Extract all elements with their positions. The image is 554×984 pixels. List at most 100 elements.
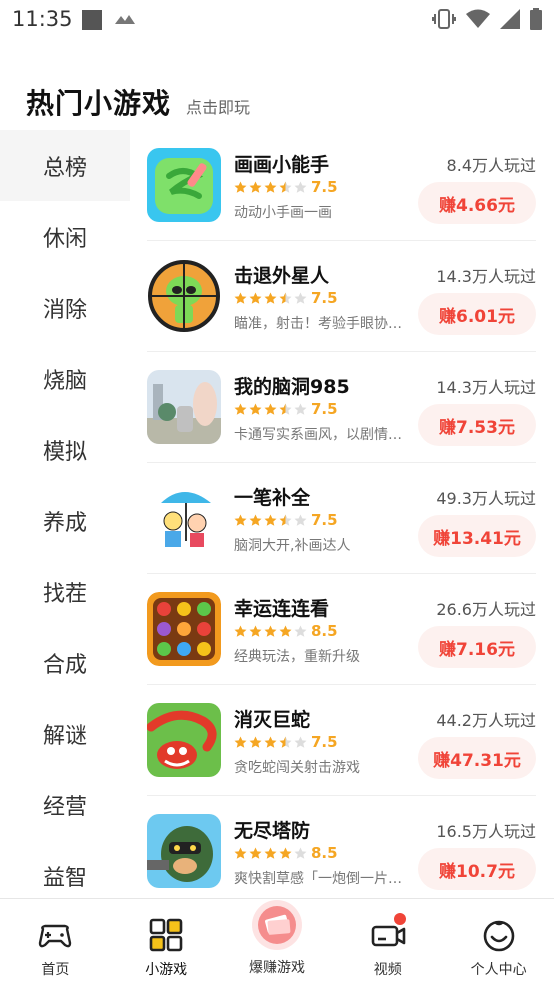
nav-video[interactable]: 视频	[332, 899, 443, 984]
earn-button[interactable]: 赚4.66元	[418, 182, 536, 224]
nav-label: 小游戏	[145, 962, 188, 978]
earn-button[interactable]: 赚47.31元	[418, 737, 536, 779]
game-name: 我的脑洞985	[234, 376, 350, 398]
game-thumbnail[interactable]	[147, 592, 221, 666]
star-icon	[294, 625, 307, 637]
game-item[interactable]: 消灭巨蛇 7.5 贪吃蛇闯关射击游戏 44.2万人玩过 赚47.31元	[147, 685, 536, 796]
play-count: 16.5万人玩过	[436, 822, 536, 841]
battery-icon	[530, 8, 542, 30]
play-count: 8.4万人玩过	[446, 156, 536, 175]
game-thumbnail[interactable]	[147, 148, 221, 222]
category-item-management[interactable]: 经营	[0, 769, 130, 840]
nav-home[interactable]: 首页	[0, 899, 111, 984]
game-description: 动动小手画一画	[234, 205, 332, 221]
game-list: 画画小能手 7.5 动动小手画一画 8.4万人玩过 赚4.66元 击退外星人 7…	[130, 130, 554, 898]
earn-button[interactable]: 赚7.53元	[418, 404, 536, 446]
game-description: 瞄准，射击！考验手眼协…	[234, 316, 402, 332]
star-icon	[264, 514, 277, 526]
category-item-spot-difference[interactable]: 找茬	[0, 556, 130, 627]
category-sidebar: 总榜 休闲 消除 烧脑 模拟 养成 找茬 合成 解谜 经营 益智	[0, 130, 130, 898]
star-rating: 7.5	[234, 400, 338, 418]
game-name: 消灭巨蛇	[234, 709, 311, 731]
category-item-intellect[interactable]: 益智	[0, 840, 130, 898]
game-item[interactable]: 无尽塔防 8.5 爽快割草感「一炮倒一片… 16.5万人玩过 赚10.7元	[147, 796, 536, 898]
game-name: 无尽塔防	[234, 820, 311, 842]
star-icon	[294, 181, 307, 193]
star-icon	[249, 403, 262, 415]
status-bar: 11:35	[0, 0, 554, 40]
play-count: 44.2万人玩过	[436, 711, 536, 730]
play-count: 26.6万人玩过	[436, 600, 536, 619]
star-icon	[264, 403, 277, 415]
status-icons	[432, 8, 542, 30]
game-item[interactable]: 我的脑洞985 7.5 卡通写实系画风，以剧情… 14.3万人玩过 赚7.53元	[147, 352, 536, 463]
bottom-nav: 首页 小游戏 爆赚游戏 视频 个人中心	[0, 898, 554, 984]
category-item-casual[interactable]: 休闲	[0, 201, 130, 272]
nav-profile[interactable]: 个人中心	[443, 899, 554, 984]
nav-minigames[interactable]: 小游戏	[111, 899, 222, 984]
game-item[interactable]: 击退外星人 7.5 瞄准，射击！考验手眼协… 14.3万人玩过 赚6.01元	[147, 241, 536, 352]
vibrate-icon	[432, 9, 456, 29]
star-rating: 7.5	[234, 733, 338, 751]
category-item-brain[interactable]: 烧脑	[0, 343, 130, 414]
star-icon	[294, 403, 307, 415]
star-icon	[294, 514, 307, 526]
category-item-simulation[interactable]: 模拟	[0, 414, 130, 485]
star-icon	[264, 181, 277, 193]
grid-icon	[149, 918, 183, 952]
game-thumbnail[interactable]	[147, 481, 221, 555]
star-icon	[264, 625, 277, 637]
game-score: 7.5	[311, 511, 338, 529]
earn-button[interactable]: 赚7.16元	[418, 626, 536, 668]
game-name: 画画小能手	[234, 154, 330, 176]
star-icon	[294, 847, 307, 859]
earn-button[interactable]: 赚6.01元	[418, 293, 536, 335]
game-thumbnail[interactable]	[147, 259, 221, 333]
star-rating: 7.5	[234, 289, 338, 307]
game-score: 7.5	[311, 733, 338, 751]
star-icon	[234, 847, 247, 859]
nav-hot-games[interactable]: 爆赚游戏	[222, 899, 333, 984]
star-icon	[279, 514, 292, 526]
game-score: 8.5	[311, 844, 338, 862]
star-icon	[249, 292, 262, 304]
game-name: 击退外星人	[234, 265, 330, 287]
signal-icon	[500, 9, 520, 29]
game-score: 7.5	[311, 178, 338, 196]
category-item-total[interactable]: 总榜	[0, 130, 130, 201]
play-count: 14.3万人玩过	[436, 267, 536, 286]
earn-button[interactable]: 赚10.7元	[418, 848, 536, 890]
game-item[interactable]: 画画小能手 7.5 动动小手画一画 8.4万人玩过 赚4.66元	[147, 130, 536, 241]
game-thumbnail[interactable]	[147, 814, 221, 888]
star-icon	[234, 514, 247, 526]
star-icon	[249, 514, 262, 526]
star-icon	[294, 292, 307, 304]
nav-label: 爆赚游戏	[248, 960, 305, 976]
star-rating: 8.5	[234, 622, 338, 640]
star-icon	[294, 736, 307, 748]
star-icon	[279, 181, 292, 193]
star-icon	[279, 847, 292, 859]
game-item[interactable]: 幸运连连看 8.5 经典玩法，重新升级 26.6万人玩过 赚7.16元	[147, 574, 536, 685]
game-thumbnail[interactable]	[147, 370, 221, 444]
play-count: 49.3万人玩过	[436, 489, 536, 508]
category-item-merge[interactable]: 合成	[0, 627, 130, 698]
play-count: 14.3万人玩过	[436, 378, 536, 397]
money-icon	[251, 900, 302, 950]
category-item-puzzle[interactable]: 解谜	[0, 698, 130, 769]
category-item-raising[interactable]: 养成	[0, 485, 130, 556]
game-item[interactable]: 一笔补全 7.5 脑洞大开,补画达人 49.3万人玩过 赚13.41元	[147, 463, 536, 574]
category-item-match[interactable]: 消除	[0, 272, 130, 343]
game-score: 7.5	[311, 289, 338, 307]
nav-label: 视频	[373, 962, 402, 978]
star-icon	[234, 403, 247, 415]
page-subtitle: 点击即玩	[186, 98, 251, 117]
earn-button[interactable]: 赚13.41元	[418, 515, 536, 557]
star-rating: 7.5	[234, 511, 338, 529]
page-title: 热门小游戏	[26, 87, 172, 120]
game-description: 贪吃蛇闯关射击游戏	[234, 760, 360, 776]
status-time: 11:35	[12, 7, 73, 31]
smile-icon	[483, 920, 514, 952]
game-description: 卡通写实系画风，以剧情…	[234, 427, 402, 443]
game-thumbnail[interactable]	[147, 703, 221, 777]
